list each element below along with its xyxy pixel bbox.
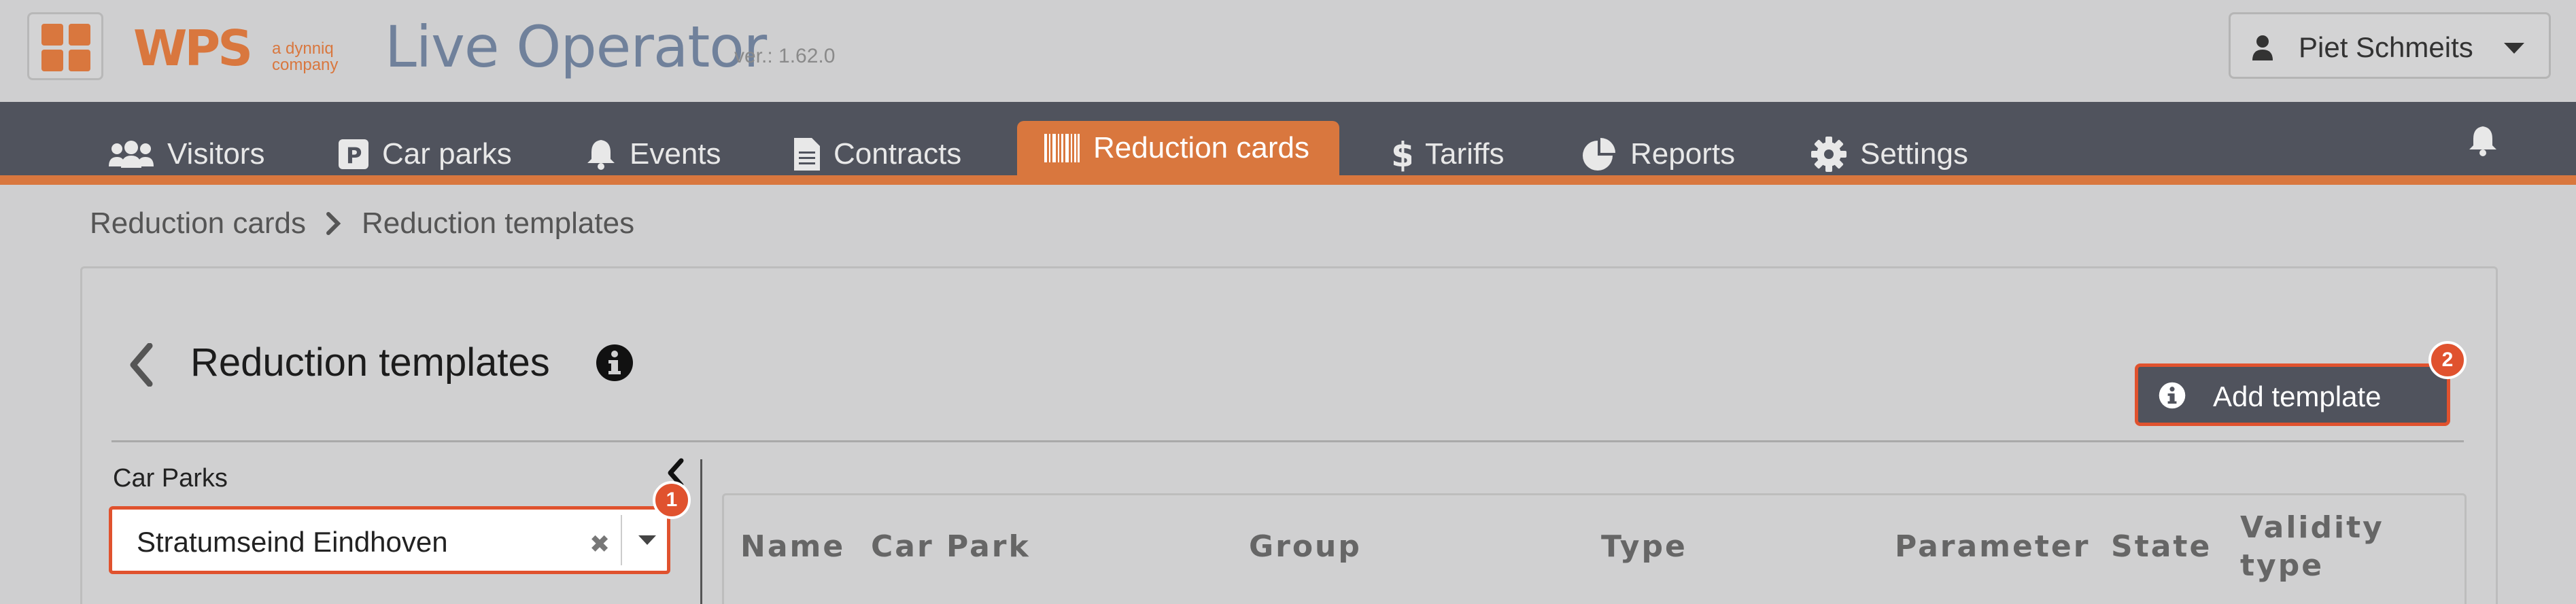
app-version: ver.: 1.62.0	[734, 45, 836, 67]
chevron-down-icon	[2504, 43, 2524, 54]
user-name: Piet Schmeits	[2299, 31, 2473, 63]
svg-text:$: $	[1391, 137, 1411, 172]
nav-accent-stripe	[0, 175, 2576, 185]
nav-label-settings: Settings	[1860, 137, 1968, 171]
breadcrumb: Reduction cards Reduction templates	[90, 207, 634, 241]
nav-item-settings[interactable]: Settings	[1811, 133, 1968, 175]
parking-icon: P	[339, 139, 368, 169]
header-divider	[111, 440, 2464, 442]
nav-label-contracts: Contracts	[834, 137, 962, 171]
nav-item-contracts[interactable]: Contracts	[794, 133, 961, 175]
sidebar-divider	[700, 459, 702, 604]
nav-item-reports[interactable]: Reports	[1581, 133, 1735, 175]
notifications-bell-icon[interactable]	[2468, 125, 2498, 158]
gear-icon	[1811, 137, 1847, 172]
breadcrumb-reduction-templates: Reduction templates	[361, 207, 635, 240]
step-badge-2: 2	[2428, 341, 2467, 379]
back-chevron-icon[interactable]	[128, 343, 155, 387]
col-header-type[interactable]: Type	[1601, 528, 1687, 566]
clear-selection-icon[interactable]: ✖	[589, 530, 610, 558]
nav-item-tariffs[interactable]: $ Tariffs	[1391, 133, 1505, 175]
nav-label-tariffs: Tariffs	[1425, 137, 1505, 171]
nav-item-car-parks[interactable]: P Car parks	[339, 133, 512, 175]
nav-label-car-parks: Car parks	[382, 137, 512, 171]
barcode-icon	[1044, 134, 1080, 162]
col-header-parameter[interactable]: Parameter	[1895, 528, 2090, 566]
chevron-right-icon	[326, 212, 341, 235]
wps-logo: WPS	[133, 20, 253, 75]
company-tagline: a dynniq company	[272, 39, 339, 74]
car-parks-label: Car Parks	[113, 464, 228, 493]
user-menu-button[interactable]: Piet Schmeits	[2229, 12, 2551, 79]
info-circle-icon	[2159, 382, 2186, 409]
step-badge-1: 1	[653, 481, 691, 519]
info-icon[interactable]	[596, 344, 634, 382]
nav-item-events[interactable]: Events	[586, 133, 721, 175]
nav-item-visitors[interactable]: Visitors	[109, 133, 264, 175]
nav-label-reports: Reports	[1630, 137, 1736, 171]
col-header-name[interactable]: Name	[740, 528, 845, 566]
car-park-select[interactable]: Stratumseind Eindhoven ✖	[109, 506, 670, 574]
document-icon	[794, 138, 820, 171]
nav-label-reduction-cards: Reduction cards	[1093, 131, 1309, 164]
col-header-group[interactable]: Group	[1249, 528, 1362, 566]
app-title: Live Operator	[385, 14, 767, 80]
col-header-car-park[interactable]: Car Park	[871, 528, 1031, 566]
bell-icon	[587, 140, 615, 170]
select-separator	[621, 515, 622, 565]
user-icon	[2252, 35, 2273, 60]
dropdown-arrow-icon[interactable]	[638, 535, 656, 545]
col-header-state[interactable]: State	[2111, 528, 2212, 566]
car-park-selected-value: Stratumseind Eindhoven	[137, 526, 448, 558]
dollar-icon: $	[1391, 137, 1411, 172]
page-title: Reduction templates	[190, 340, 550, 385]
add-template-button[interactable]: Add template	[2135, 363, 2450, 426]
nav-label-events: Events	[630, 137, 721, 171]
svg-text:P: P	[346, 143, 362, 168]
templates-table: Name Car Park Group Type Parameter State…	[722, 493, 2467, 604]
apps-menu-button[interactable]	[27, 12, 103, 80]
breadcrumb-reduction-cards[interactable]: Reduction cards	[90, 207, 306, 241]
pie-chart-icon	[1583, 138, 1615, 171]
apps-grid-icon	[41, 24, 63, 46]
add-template-label: Add template	[2213, 380, 2382, 412]
users-icon	[109, 141, 154, 168]
nav-item-reduction-cards[interactable]: Reduction cards	[1017, 121, 1339, 175]
col-header-validity-type[interactable]: Validity type	[2240, 509, 2390, 585]
nav-label-visitors: Visitors	[167, 137, 265, 171]
wps-logo-text: WPS	[133, 20, 250, 75]
